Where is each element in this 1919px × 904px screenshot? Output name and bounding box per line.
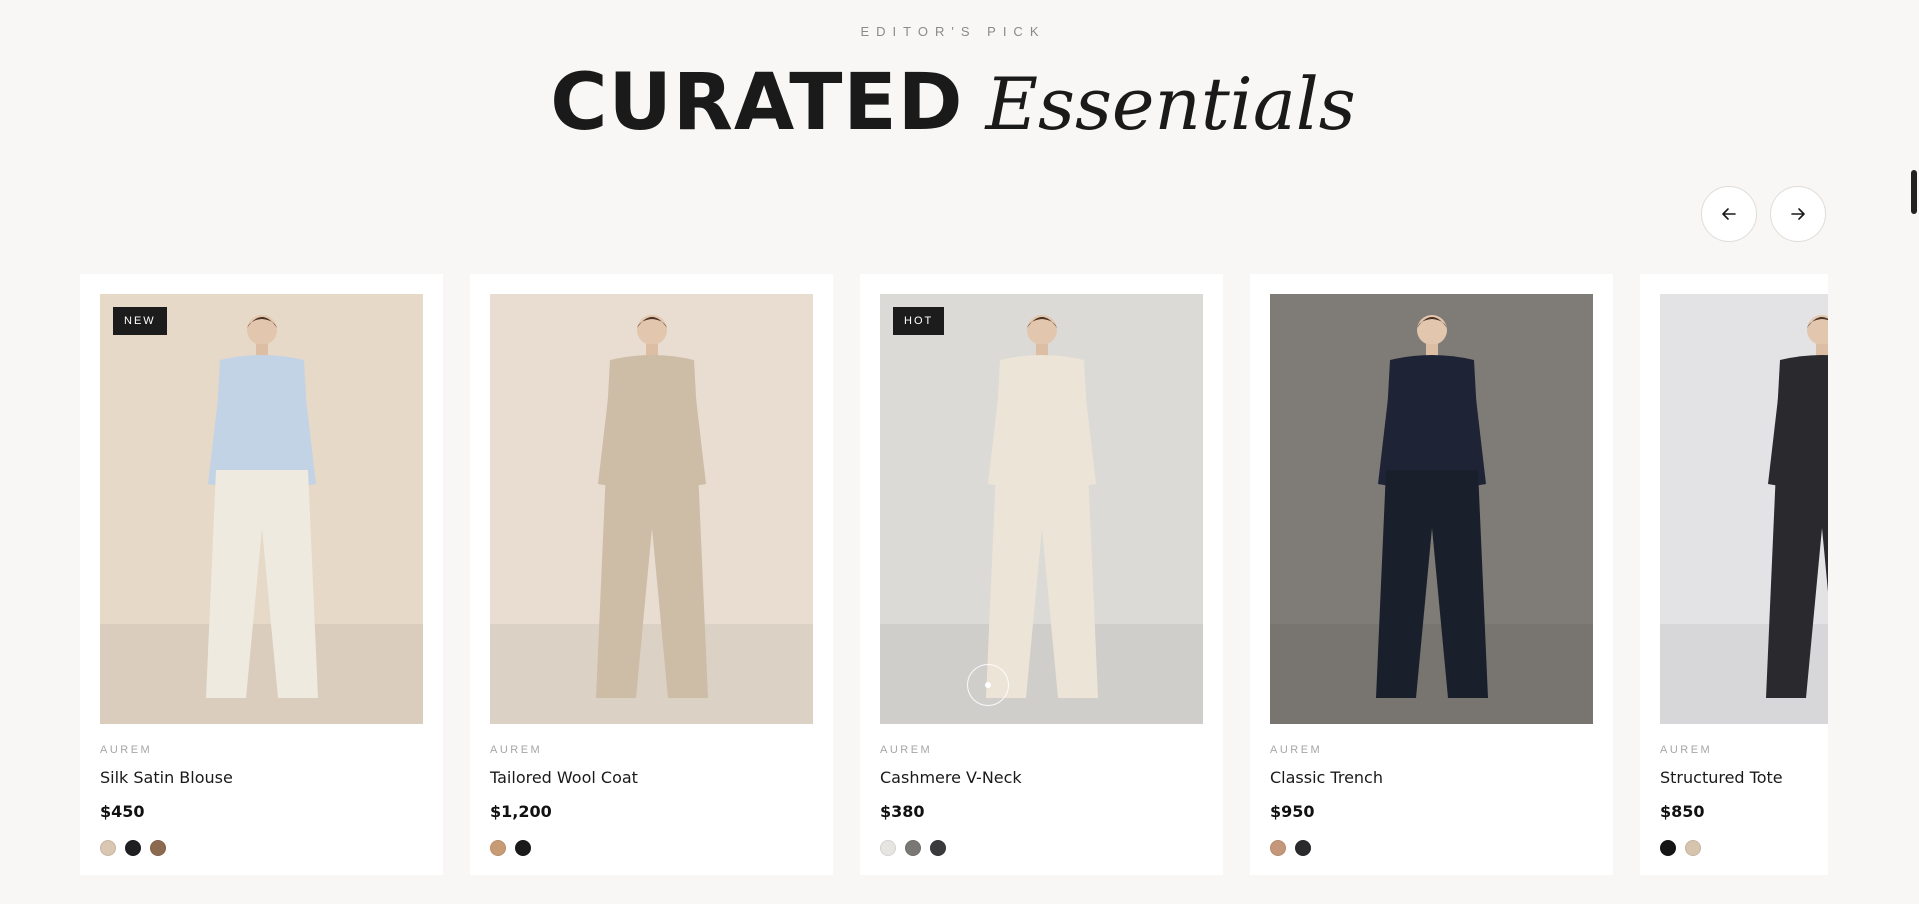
product-price: $380 — [880, 802, 925, 821]
color-swatch[interactable] — [125, 840, 141, 856]
product-name[interactable]: Structured Tote — [1660, 768, 1783, 787]
color-swatch[interactable] — [1660, 840, 1676, 856]
product-name[interactable]: Cashmere V-Neck — [880, 768, 1022, 787]
color-swatches — [1270, 840, 1311, 856]
color-swatch[interactable] — [880, 840, 896, 856]
product-card[interactable]: AUREM Structured Tote $850 — [1640, 274, 1828, 875]
product-card[interactable]: NEW AUREM Silk Satin Blouse $450 — [80, 274, 443, 875]
section-heading: CURATED Essentials — [0, 58, 1906, 148]
color-swatches — [490, 840, 531, 856]
color-swatch[interactable] — [1295, 840, 1311, 856]
product-price: $850 — [1660, 802, 1705, 821]
product-image[interactable] — [490, 294, 813, 724]
quick-view-button[interactable] — [967, 664, 1009, 706]
color-swatch[interactable] — [150, 840, 166, 856]
color-swatch[interactable] — [490, 840, 506, 856]
product-name[interactable]: Silk Satin Blouse — [100, 768, 233, 787]
color-swatches — [880, 840, 946, 856]
color-swatch[interactable] — [1270, 840, 1286, 856]
page-scrollbar-thumb[interactable] — [1911, 170, 1917, 214]
product-image[interactable]: NEW — [100, 294, 423, 724]
product-brand: AUREM — [100, 744, 153, 756]
carousel-prev-button[interactable] — [1701, 186, 1757, 242]
arrow-left-icon — [1722, 208, 1736, 220]
section-eyebrow: EDITOR'S PICK — [860, 24, 1046, 39]
color-swatch[interactable] — [930, 840, 946, 856]
color-swatch[interactable] — [515, 840, 531, 856]
color-swatch[interactable] — [905, 840, 921, 856]
heading-bold-text: CURATED — [550, 58, 964, 148]
product-price: $950 — [1270, 802, 1315, 821]
carousel-track: NEW AUREM Silk Satin Blouse $450 AUREM Tailor… — [80, 274, 1828, 875]
carousel-next-button[interactable] — [1770, 186, 1826, 242]
product-image[interactable]: HOT — [880, 294, 1203, 724]
product-price: $1,200 — [490, 802, 552, 821]
product-image[interactable] — [1660, 294, 1828, 724]
product-card[interactable]: AUREM Classic Trench $950 — [1250, 274, 1613, 875]
product-brand: AUREM — [1660, 744, 1713, 756]
product-badge: HOT — [893, 307, 945, 335]
product-price: $450 — [100, 802, 145, 821]
product-brand: AUREM — [880, 744, 933, 756]
product-badge: NEW — [113, 307, 167, 335]
product-image[interactable] — [1270, 294, 1593, 724]
product-brand: AUREM — [1270, 744, 1323, 756]
product-card[interactable]: AUREM Tailored Wool Coat $1,200 — [470, 274, 833, 875]
product-brand: AUREM — [490, 744, 543, 756]
heading-script-text: Essentials — [985, 62, 1356, 146]
color-swatch[interactable] — [1685, 840, 1701, 856]
color-swatch[interactable] — [100, 840, 116, 856]
color-swatches — [100, 840, 166, 856]
arrow-right-icon — [1791, 208, 1805, 220]
product-carousel[interactable]: NEW AUREM Silk Satin Blouse $450 AUREM Tailor… — [80, 274, 1828, 875]
product-card[interactable]: HOT AUREM Cashmere V-Neck $380 — [860, 274, 1223, 875]
product-name[interactable]: Tailored Wool Coat — [490, 768, 638, 787]
color-swatches — [1660, 840, 1701, 856]
product-name[interactable]: Classic Trench — [1270, 768, 1383, 787]
